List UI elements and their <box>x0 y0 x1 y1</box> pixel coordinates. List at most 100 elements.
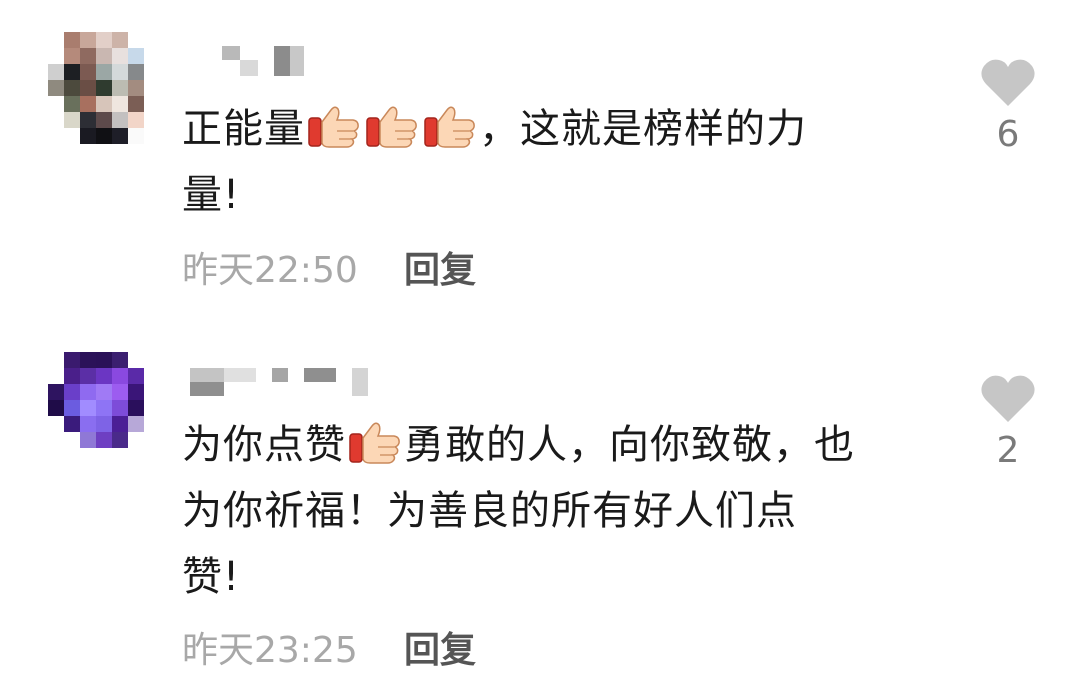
avatar-pixel <box>112 432 128 448</box>
avatar-pixel <box>48 96 64 112</box>
avatar-pixel <box>48 128 64 144</box>
avatar-pixel <box>96 128 112 144</box>
avatar-pixel <box>144 96 160 112</box>
avatar-pixel <box>80 368 96 384</box>
avatar-pixel <box>112 96 128 112</box>
avatar-pixel <box>64 384 80 400</box>
thumbs-up-emoji-icon <box>307 104 361 150</box>
avatar-pixel <box>80 448 96 464</box>
avatar-pixel <box>128 112 144 128</box>
username-block <box>274 46 290 76</box>
avatar-pixel <box>128 64 144 80</box>
avatar-pixel <box>112 32 128 48</box>
avatar[interactable] <box>48 352 160 464</box>
avatar-pixel <box>80 64 96 80</box>
avatar-pixel <box>96 432 112 448</box>
avatar-pixel <box>112 80 128 96</box>
reply-button[interactable]: 回复 <box>404 621 476 673</box>
timestamp: 昨天23:25 <box>182 630 358 671</box>
avatar-pixel <box>64 368 80 384</box>
avatar-pixel <box>80 352 96 368</box>
avatar-pixel <box>128 384 144 400</box>
username-redacted[interactable] <box>186 46 326 78</box>
avatar-pixel <box>144 384 160 400</box>
like-count: 6 <box>996 114 1020 155</box>
like-button[interactable]: 2 <box>978 374 1038 471</box>
username-block <box>290 46 304 76</box>
avatar-pixel <box>128 448 144 464</box>
avatar-pixel <box>112 368 128 384</box>
avatar-pixel <box>144 112 160 128</box>
avatar-pixel <box>64 432 80 448</box>
avatar-pixel <box>64 128 80 144</box>
comment-text-line1-end: ，这就是榜样的力 <box>479 106 807 152</box>
avatar-pixel <box>144 80 160 96</box>
avatar-pixel <box>48 368 64 384</box>
avatar-pixel <box>64 32 80 48</box>
comment-text-line2: 量! <box>182 172 241 218</box>
avatar-pixel <box>96 368 112 384</box>
avatar-pixel <box>96 64 112 80</box>
avatar-pixel <box>128 352 144 368</box>
avatar-pixel <box>48 448 64 464</box>
avatar-pixel <box>80 400 96 416</box>
username-block <box>304 368 336 382</box>
avatar[interactable] <box>48 32 160 144</box>
avatar-pixel <box>48 32 64 48</box>
avatar-pixel <box>112 400 128 416</box>
avatar-pixel <box>96 48 112 64</box>
avatar-pixel <box>48 384 64 400</box>
timestamp: 昨天22:50 <box>182 250 358 291</box>
avatar-pixel <box>144 352 160 368</box>
avatar-pixel <box>48 432 64 448</box>
avatar-pixel <box>96 352 112 368</box>
avatar-pixel <box>48 416 64 432</box>
avatar-pixel <box>64 48 80 64</box>
heart-icon <box>981 59 1035 106</box>
avatar-pixel <box>64 400 80 416</box>
comment-text-line1-start: 正能量 <box>182 106 305 152</box>
avatar-pixel <box>128 96 144 112</box>
username-block <box>352 368 368 396</box>
avatar-pixel <box>96 400 112 416</box>
avatar-pixel <box>128 80 144 96</box>
avatar-pixel <box>80 416 96 432</box>
like-button[interactable]: 6 <box>978 58 1038 155</box>
avatar-pixel <box>48 112 64 128</box>
username-block <box>272 368 288 382</box>
like-count: 2 <box>996 430 1020 471</box>
avatar-pixel <box>48 64 64 80</box>
avatar-pixel <box>112 128 128 144</box>
avatar-pixel <box>80 384 96 400</box>
avatar-pixel <box>96 96 112 112</box>
avatar-pixel <box>144 400 160 416</box>
username-redacted[interactable] <box>186 368 386 400</box>
comment-text-line1-start: 为你点赞 <box>182 422 346 468</box>
username-block <box>224 368 256 382</box>
avatar-pixel <box>128 32 144 48</box>
heart-icon <box>981 375 1035 422</box>
avatar-pixel <box>80 432 96 448</box>
avatar-pixel <box>96 32 112 48</box>
comment-text: 正能量 ，这就是榜样的力量! <box>182 96 942 228</box>
avatar-pixel <box>144 64 160 80</box>
avatar-pixel <box>80 96 96 112</box>
avatar-pixel <box>144 48 160 64</box>
avatar-pixel <box>112 384 128 400</box>
avatar-pixel <box>64 352 80 368</box>
comment-text-line2: 为你祈福！为善良的所有好人们点 <box>182 488 797 534</box>
username-block <box>190 368 224 382</box>
avatar-pixel <box>64 448 80 464</box>
comment-1: 正能量 ，这就是榜样的力量! 昨天22:50 回复 6 <box>0 0 1079 320</box>
reply-button[interactable]: 回复 <box>404 241 476 293</box>
avatar-pixel <box>112 112 128 128</box>
avatar-pixel <box>48 400 64 416</box>
avatar-pixel <box>112 448 128 464</box>
avatar-pixel <box>144 32 160 48</box>
avatar-pixel <box>128 400 144 416</box>
avatar-pixel <box>64 112 80 128</box>
comment-meta: 昨天22:50 回复 <box>182 241 476 293</box>
avatar-pixel <box>80 32 96 48</box>
avatar-pixel <box>48 352 64 368</box>
avatar-pixel <box>128 416 144 432</box>
